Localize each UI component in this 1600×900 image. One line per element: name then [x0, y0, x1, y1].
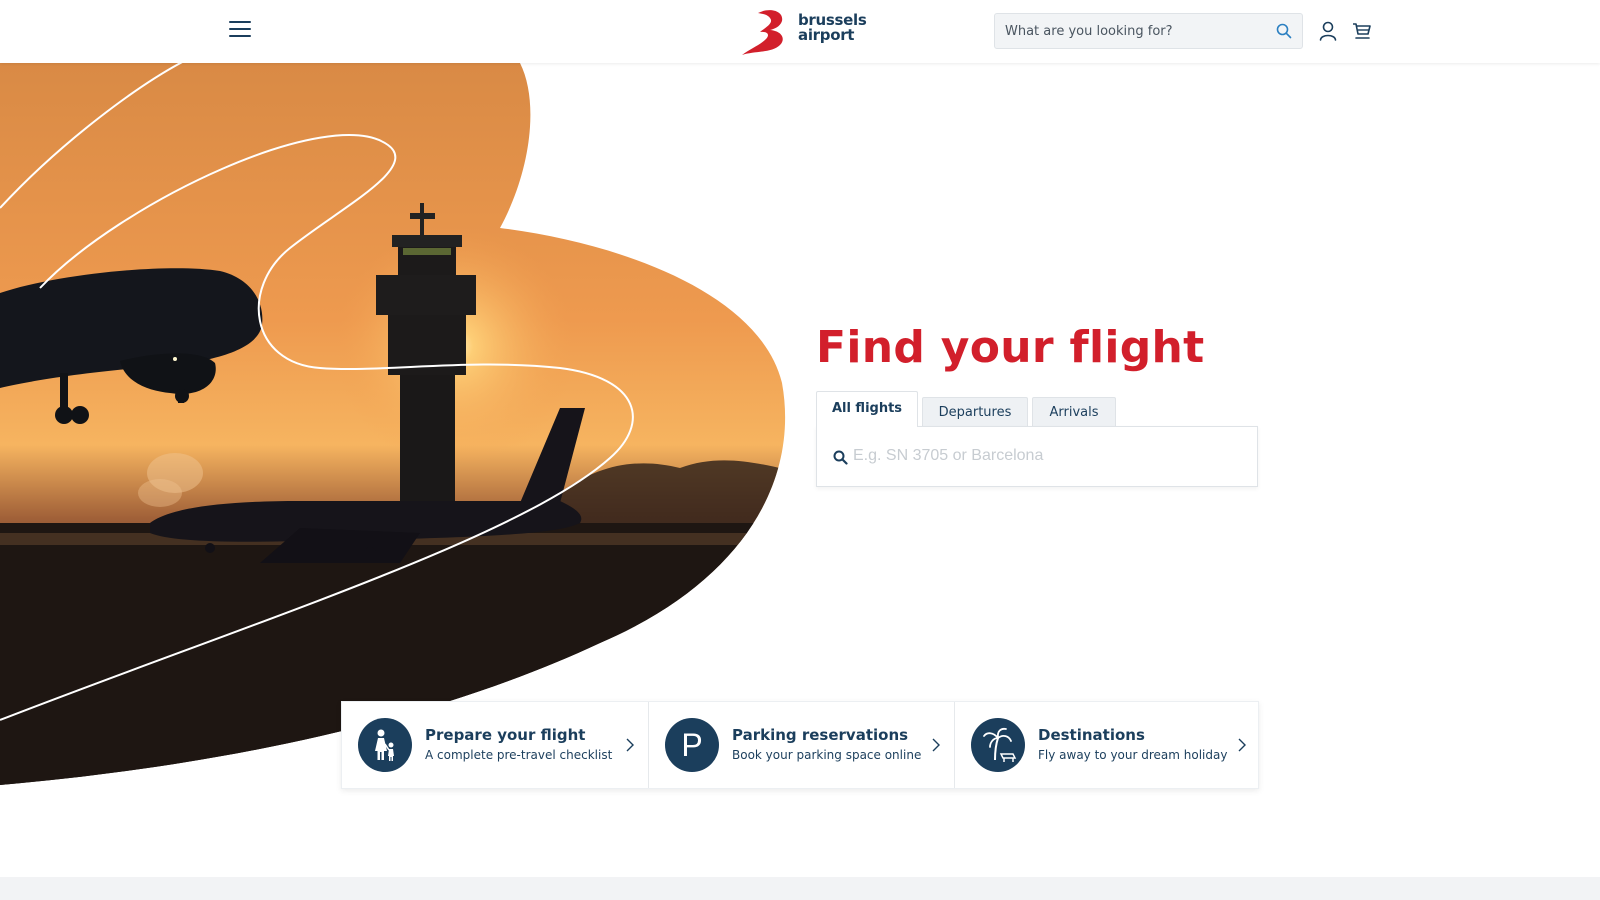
quick-link-title: Destinations	[1038, 726, 1145, 744]
tab-all-flights[interactable]: All flights	[816, 391, 918, 427]
quick-link-subtitle: A complete pre-travel checklist	[425, 748, 613, 762]
site-search-input[interactable]	[1005, 14, 1265, 48]
search-icon[interactable]	[1276, 23, 1292, 39]
footer-band	[0, 877, 1600, 900]
chevron-right-icon	[626, 738, 634, 752]
family-icon	[358, 718, 412, 772]
flight-search-input[interactable]	[853, 443, 1243, 469]
quick-link-title: Prepare your flight	[425, 726, 586, 744]
cart-icon[interactable]	[1352, 22, 1372, 40]
hero-image	[0, 63, 786, 785]
quick-links: Prepare your flight A complete pre-trave…	[341, 701, 1259, 789]
find-flight-title: Find your flight	[816, 322, 1205, 373]
quick-link-subtitle: Fly away to your dream holiday	[1038, 748, 1228, 762]
brand-logo[interactable]: brussels airport	[740, 9, 867, 55]
search-icon	[833, 450, 848, 465]
site-search	[994, 13, 1303, 49]
chevron-right-icon	[932, 738, 940, 752]
quick-link-parking[interactable]: P Parking reservations Book your parking…	[648, 702, 954, 788]
palm-tree-icon	[971, 718, 1025, 772]
quick-link-destinations[interactable]: Destinations Fly away to your dream holi…	[954, 702, 1260, 788]
site-header: brussels airport	[0, 0, 1600, 63]
quick-link-prepare-flight[interactable]: Prepare your flight A complete pre-trave…	[342, 702, 648, 788]
hero-section: Find your flight All flights Departures …	[0, 63, 1600, 798]
flight-search-box	[816, 426, 1258, 487]
user-icon[interactable]	[1319, 21, 1337, 41]
brand-b-mark-icon	[742, 10, 783, 55]
menu-icon[interactable]	[229, 21, 251, 39]
parking-letter: P	[681, 727, 703, 763]
chevron-right-icon	[1238, 738, 1246, 752]
tab-arrivals[interactable]: Arrivals	[1032, 397, 1116, 427]
parking-icon: P	[665, 718, 719, 772]
tab-departures[interactable]: Departures	[922, 397, 1028, 427]
brand-wordmark: brussels airport	[798, 13, 867, 43]
brand-line2: airport	[798, 26, 855, 44]
quick-link-title: Parking reservations	[732, 726, 909, 744]
quick-link-subtitle: Book your parking space online	[732, 748, 922, 762]
